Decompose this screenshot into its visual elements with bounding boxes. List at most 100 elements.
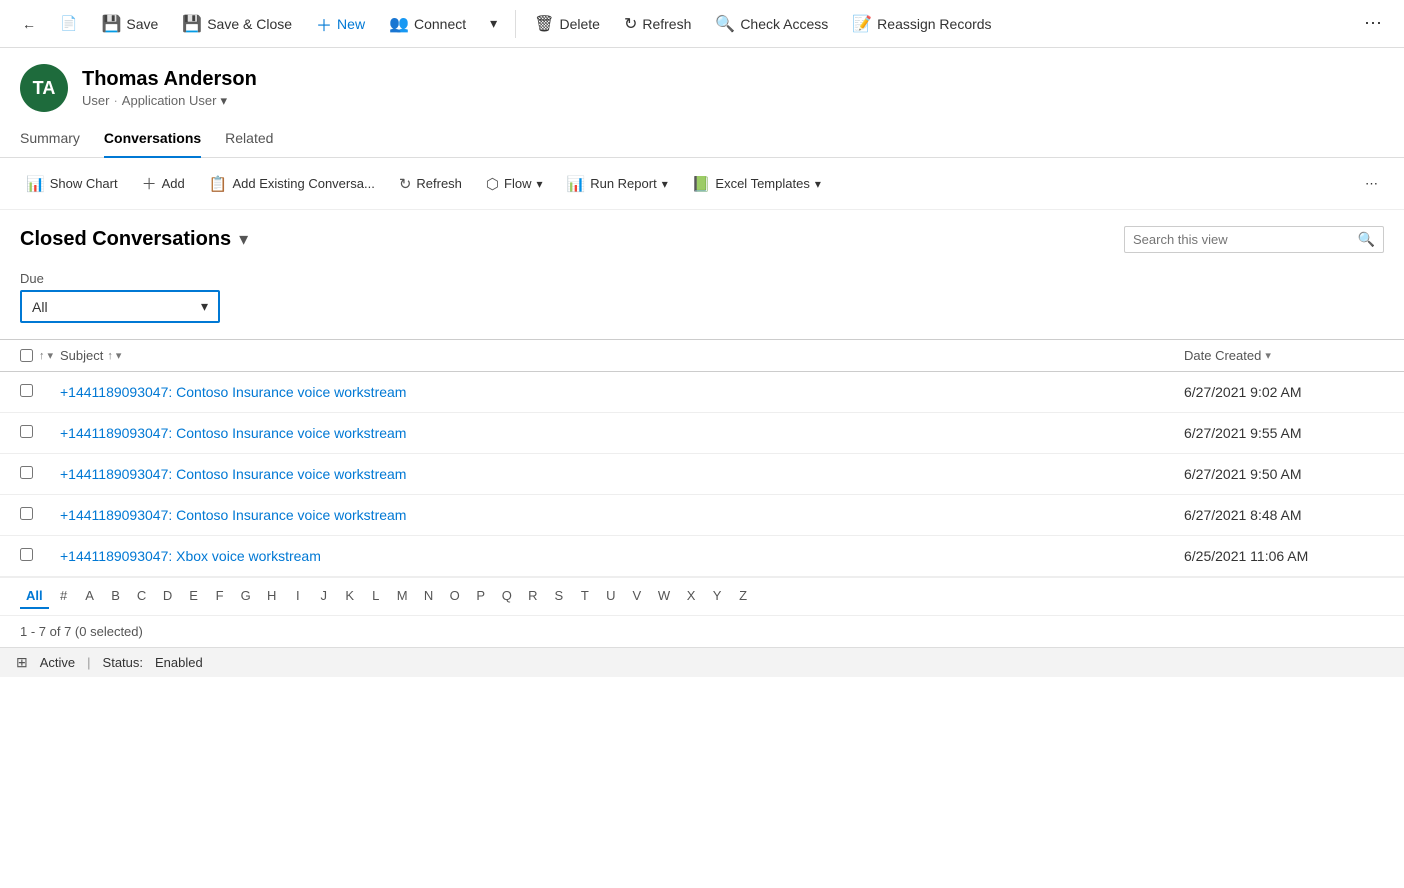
alpha-nav-item[interactable]: Q	[496, 584, 518, 609]
alpha-nav-item[interactable]: C	[131, 584, 153, 609]
connect-button[interactable]: 👥 Connect	[379, 8, 476, 40]
view-title-dropdown[interactable]: ▾	[239, 229, 248, 250]
alpha-nav-item[interactable]: U	[600, 584, 622, 609]
refresh-button[interactable]: ↻ Refresh	[614, 8, 701, 40]
filter-select[interactable]: All ▾	[20, 290, 220, 323]
alpha-nav-item[interactable]: P	[470, 584, 492, 609]
alpha-nav-item[interactable]: V	[626, 584, 648, 609]
save-close-button[interactable]: 💾 Save & Close	[172, 8, 302, 40]
row-checkbox-col	[20, 384, 60, 400]
alpha-nav-item[interactable]: Y	[706, 584, 728, 609]
show-chart-button[interactable]: 📊 Show Chart	[16, 170, 128, 198]
reassign-button[interactable]: 📝 Reassign Records	[842, 8, 1001, 40]
user-role-dropdown[interactable]: ▾	[220, 93, 227, 109]
row-subject-link[interactable]: +1441189093047: Contoso Insurance voice …	[60, 425, 406, 441]
alpha-nav-item[interactable]: E	[183, 584, 205, 609]
row-date-col: 6/27/2021 9:50 AM	[1184, 466, 1384, 482]
sub-more-button[interactable]: ⋯	[1355, 171, 1388, 197]
connect-dropdown-button[interactable]: ▾	[480, 9, 507, 38]
alpha-nav-item[interactable]: M	[391, 584, 414, 609]
run-report-button[interactable]: 📊 Run Report ▾	[557, 170, 678, 198]
row-checkbox-4[interactable]	[20, 548, 33, 561]
row-subject-link[interactable]: +1441189093047: Contoso Insurance voice …	[60, 507, 406, 523]
new-button[interactable]: ＋ New	[306, 6, 375, 42]
row-subject-link[interactable]: +1441189093047: Xbox voice workstream	[60, 548, 321, 564]
sub-refresh-button[interactable]: ↻ Refresh	[389, 170, 472, 198]
filter-label: Due	[20, 271, 1384, 286]
row-checkbox-1[interactable]	[20, 425, 33, 438]
search-icon[interactable]: 🔍	[1358, 231, 1375, 248]
add-existing-icon: 📋	[209, 175, 228, 193]
flow-button[interactable]: ⬡ Flow ▾	[476, 170, 553, 198]
doc-icon: 📄	[60, 15, 77, 32]
date-sort-arrows[interactable]: ▾	[1265, 349, 1271, 362]
alpha-nav-item[interactable]: G	[235, 584, 257, 609]
alpha-nav-item[interactable]: F	[209, 584, 231, 609]
alpha-nav-item[interactable]: R	[522, 584, 544, 609]
table-rows-container: +1441189093047: Contoso Insurance voice …	[0, 372, 1404, 577]
tab-conversations[interactable]: Conversations	[104, 120, 201, 158]
row-checkbox-0[interactable]	[20, 384, 33, 397]
add-existing-button[interactable]: 📋 Add Existing Conversa...	[199, 170, 385, 198]
row-date-col: 6/27/2021 9:55 AM	[1184, 425, 1384, 441]
back-button[interactable]: ←	[12, 10, 46, 38]
connect-icon: 👥	[389, 14, 409, 34]
pagination-text: 1 - 7 of 7 (0 selected)	[20, 624, 143, 639]
doc-button[interactable]: 📄	[50, 9, 87, 38]
search-input[interactable]	[1133, 232, 1352, 247]
header-check-col: ↑ ▾	[20, 349, 60, 362]
row-checkbox-col	[20, 548, 60, 564]
table-row[interactable]: +1441189093047: Contoso Insurance voice …	[0, 454, 1404, 495]
row-date-col: 6/27/2021 9:02 AM	[1184, 384, 1384, 400]
alpha-nav-item[interactable]: N	[418, 584, 440, 609]
row-subject-link[interactable]: +1441189093047: Contoso Insurance voice …	[60, 384, 406, 400]
check-access-button[interactable]: 🔍 Check Access	[705, 8, 838, 40]
status-bar-icon[interactable]: ⊞	[16, 654, 28, 671]
alpha-nav-item[interactable]: J	[313, 584, 335, 609]
add-button[interactable]: ＋ Add	[132, 168, 195, 199]
row-checkbox-2[interactable]	[20, 466, 33, 479]
more-button[interactable]: ⋯	[1354, 7, 1392, 40]
alpha-nav-item[interactable]: K	[339, 584, 361, 609]
status-bar: ⊞ Active | Status: Enabled	[0, 647, 1404, 677]
alpha-nav-item[interactable]: B	[105, 584, 127, 609]
header-date-col: Date Created ▾	[1184, 348, 1384, 363]
alpha-nav-item[interactable]: S	[548, 584, 570, 609]
save-button[interactable]: 💾 Save	[91, 8, 168, 40]
view-title-row: Closed Conversations ▾	[20, 228, 248, 251]
new-icon: ＋	[316, 12, 332, 36]
search-box: 🔍	[1124, 226, 1384, 253]
table-row[interactable]: +1441189093047: Contoso Insurance voice …	[0, 495, 1404, 536]
select-all-checkbox[interactable]	[20, 349, 33, 362]
subject-sort-arrows[interactable]: ↑ ▾	[107, 349, 121, 362]
alpha-nav-item[interactable]: X	[680, 584, 702, 609]
alpha-nav-item[interactable]: D	[157, 584, 179, 609]
status-label: Status:	[103, 655, 143, 670]
alpha-nav-item[interactable]: #	[53, 584, 75, 609]
alpha-nav-item[interactable]: A	[79, 584, 101, 609]
excel-icon: 📗	[692, 175, 711, 193]
row-subject-link[interactable]: +1441189093047: Contoso Insurance voice …	[60, 466, 406, 482]
table-row[interactable]: +1441189093047: Contoso Insurance voice …	[0, 372, 1404, 413]
table-row[interactable]: +1441189093047: Xbox voice workstream 6/…	[0, 536, 1404, 577]
alpha-nav-item[interactable]: T	[574, 584, 596, 609]
user-name: Thomas Anderson	[82, 68, 257, 91]
tab-summary[interactable]: Summary	[20, 120, 80, 158]
excel-templates-button[interactable]: 📗 Excel Templates ▾	[682, 170, 831, 198]
run-report-chevron: ▾	[662, 177, 668, 191]
table-row[interactable]: +1441189093047: Contoso Insurance voice …	[0, 413, 1404, 454]
check-access-icon: 🔍	[715, 14, 735, 34]
alpha-nav-item[interactable]: W	[652, 584, 676, 609]
row-checkbox-3[interactable]	[20, 507, 33, 520]
alpha-nav-item[interactable]: Z	[732, 584, 754, 609]
row-subject-col: +1441189093047: Xbox voice workstream	[60, 548, 1184, 564]
alpha-nav-item[interactable]: H	[261, 584, 283, 609]
delete-button[interactable]: 🗑 Delete	[524, 8, 610, 40]
alpha-nav-item[interactable]: O	[444, 584, 466, 609]
separator-dot: ·	[113, 93, 117, 108]
alpha-nav-item[interactable]: All	[20, 584, 49, 609]
add-icon: ＋	[142, 173, 157, 194]
tab-related[interactable]: Related	[225, 120, 273, 158]
alpha-nav-item[interactable]: L	[365, 584, 387, 609]
alpha-nav-item[interactable]: I	[287, 584, 309, 609]
